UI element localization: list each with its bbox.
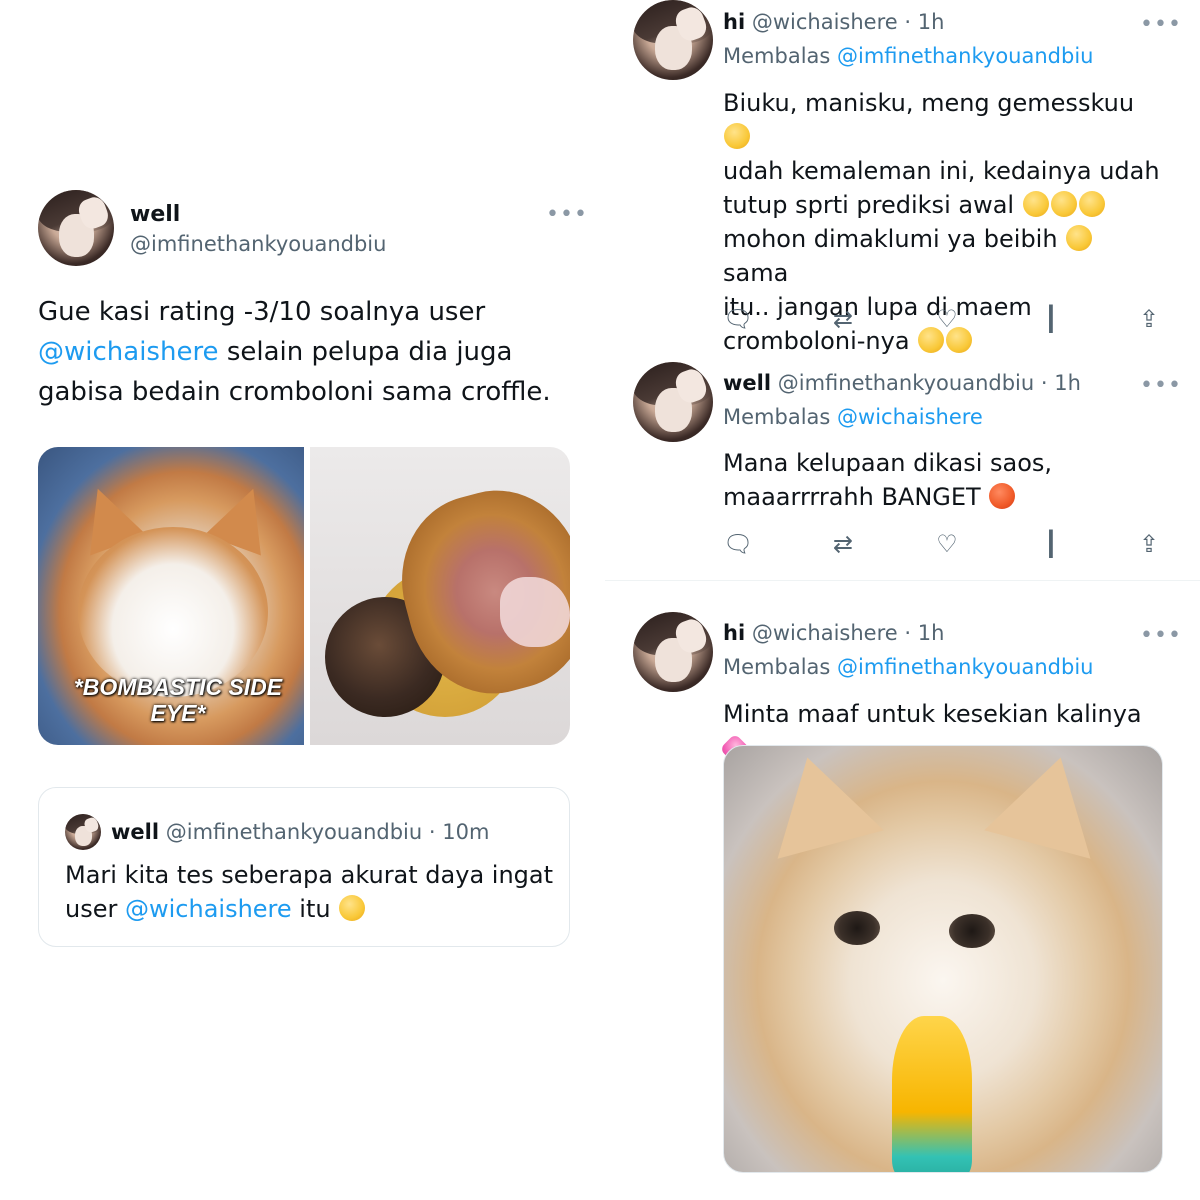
quoted-tweet[interactable]: well @imfinethankyouandbiu · 10m Mari ki… (38, 787, 570, 947)
author-handle[interactable]: @imfinethankyouandbiu (130, 232, 386, 256)
tweet-text: Gue kasi rating -3/10 soalnya user @wich… (38, 297, 551, 407)
avatar[interactable] (633, 0, 713, 80)
tweet-media[interactable]: *BOMBASTIC SIDE EYE* (38, 447, 570, 745)
more-options-icon[interactable]: ••• (1140, 623, 1182, 648)
replying-to: Membalas @wichaishere (723, 405, 983, 429)
retweet-icon[interactable]: ⇄ (829, 305, 857, 333)
mention-link[interactable]: @imfinethankyouandbiu (837, 44, 1093, 68)
views-icon[interactable]: ┃ (1037, 305, 1065, 333)
views-icon[interactable]: ┃ (1037, 530, 1065, 558)
angry-face-emoji (989, 483, 1016, 509)
like-icon[interactable]: ♡ (933, 530, 961, 558)
reply-icon[interactable]: 🗨 (723, 305, 753, 333)
praying-hands-emoji (892, 1016, 972, 1172)
pensive-face-emoji (1078, 191, 1105, 217)
quoted-tweet-header: well @imfinethankyouandbiu · 10m (111, 820, 490, 844)
tweet-header: hi @wichaishere · 1h (723, 621, 945, 645)
reply-icon[interactable]: 🗨 (723, 530, 753, 558)
share-icon[interactable]: ⇪ (1135, 305, 1163, 333)
more-options-icon[interactable]: ••• (1140, 373, 1182, 398)
pensive-face-emoji (1022, 191, 1049, 217)
reply-thread-panel: hi @wichaishere · 1h ••• Membalas @imfin… (605, 0, 1200, 1200)
avatar (65, 814, 101, 850)
pastry-image[interactable] (310, 447, 570, 745)
like-icon[interactable]: ♡ (933, 305, 961, 333)
divider (605, 580, 1200, 581)
avatar[interactable] (633, 612, 713, 692)
tweet-actions: 🗨 ⇄ ♡ ┃ ⇪ (723, 530, 1163, 560)
avatar[interactable] (38, 190, 114, 266)
praying-kitten-image[interactable] (723, 745, 1163, 1173)
image-caption: *BOMBASTIC SIDE EYE* (73, 674, 283, 726)
more-options-icon[interactable]: ••• (546, 202, 588, 227)
timestamp: 1h (1054, 371, 1081, 395)
mention-link[interactable]: @wichaishere (125, 895, 292, 923)
tweet-header: well @imfinethankyouandbiu · 1h (723, 371, 1081, 395)
timestamp: 1h (917, 10, 945, 34)
tweet-header: hi @wichaishere · 1h (723, 10, 945, 34)
frowning-face-emoji (1066, 225, 1093, 251)
mention-link[interactable]: @imfinethankyouandbiu (837, 655, 1093, 679)
quoted-tweet-text: Mari kita tes seberapa akurat daya ingat… (65, 861, 554, 923)
left-tweet-panel: well @imfinethankyouandbiu ••• Gue kasi … (0, 0, 600, 1200)
replying-to: Membalas @imfinethankyouandbiu (723, 655, 1094, 679)
retweet-icon[interactable]: ⇄ (829, 530, 857, 558)
pensive-face-emoji (1050, 191, 1077, 217)
tweet-actions: 🗨 ⇄ ♡ ┃ ⇪ (723, 305, 1163, 335)
mention-link[interactable]: @wichaishere (38, 337, 219, 367)
timestamp: 1h (917, 621, 945, 645)
pensive-face-emoji (724, 123, 750, 149)
share-icon[interactable]: ⇪ (1135, 530, 1163, 558)
replying-to: Membalas @imfinethankyouandbiu (723, 44, 1094, 68)
more-options-icon[interactable]: ••• (1140, 12, 1182, 37)
cat-side-eye-image[interactable]: *BOMBASTIC SIDE EYE* (38, 447, 304, 745)
avatar[interactable] (633, 362, 713, 442)
sleepy-face-emoji (339, 895, 366, 921)
tweet-text: Mana kelupaan dikasi saos, maaarrrrahh B… (723, 449, 1053, 511)
timestamp: 10m (442, 820, 490, 844)
mention-link[interactable]: @wichaishere (837, 405, 983, 429)
author-name[interactable]: well (130, 202, 180, 227)
